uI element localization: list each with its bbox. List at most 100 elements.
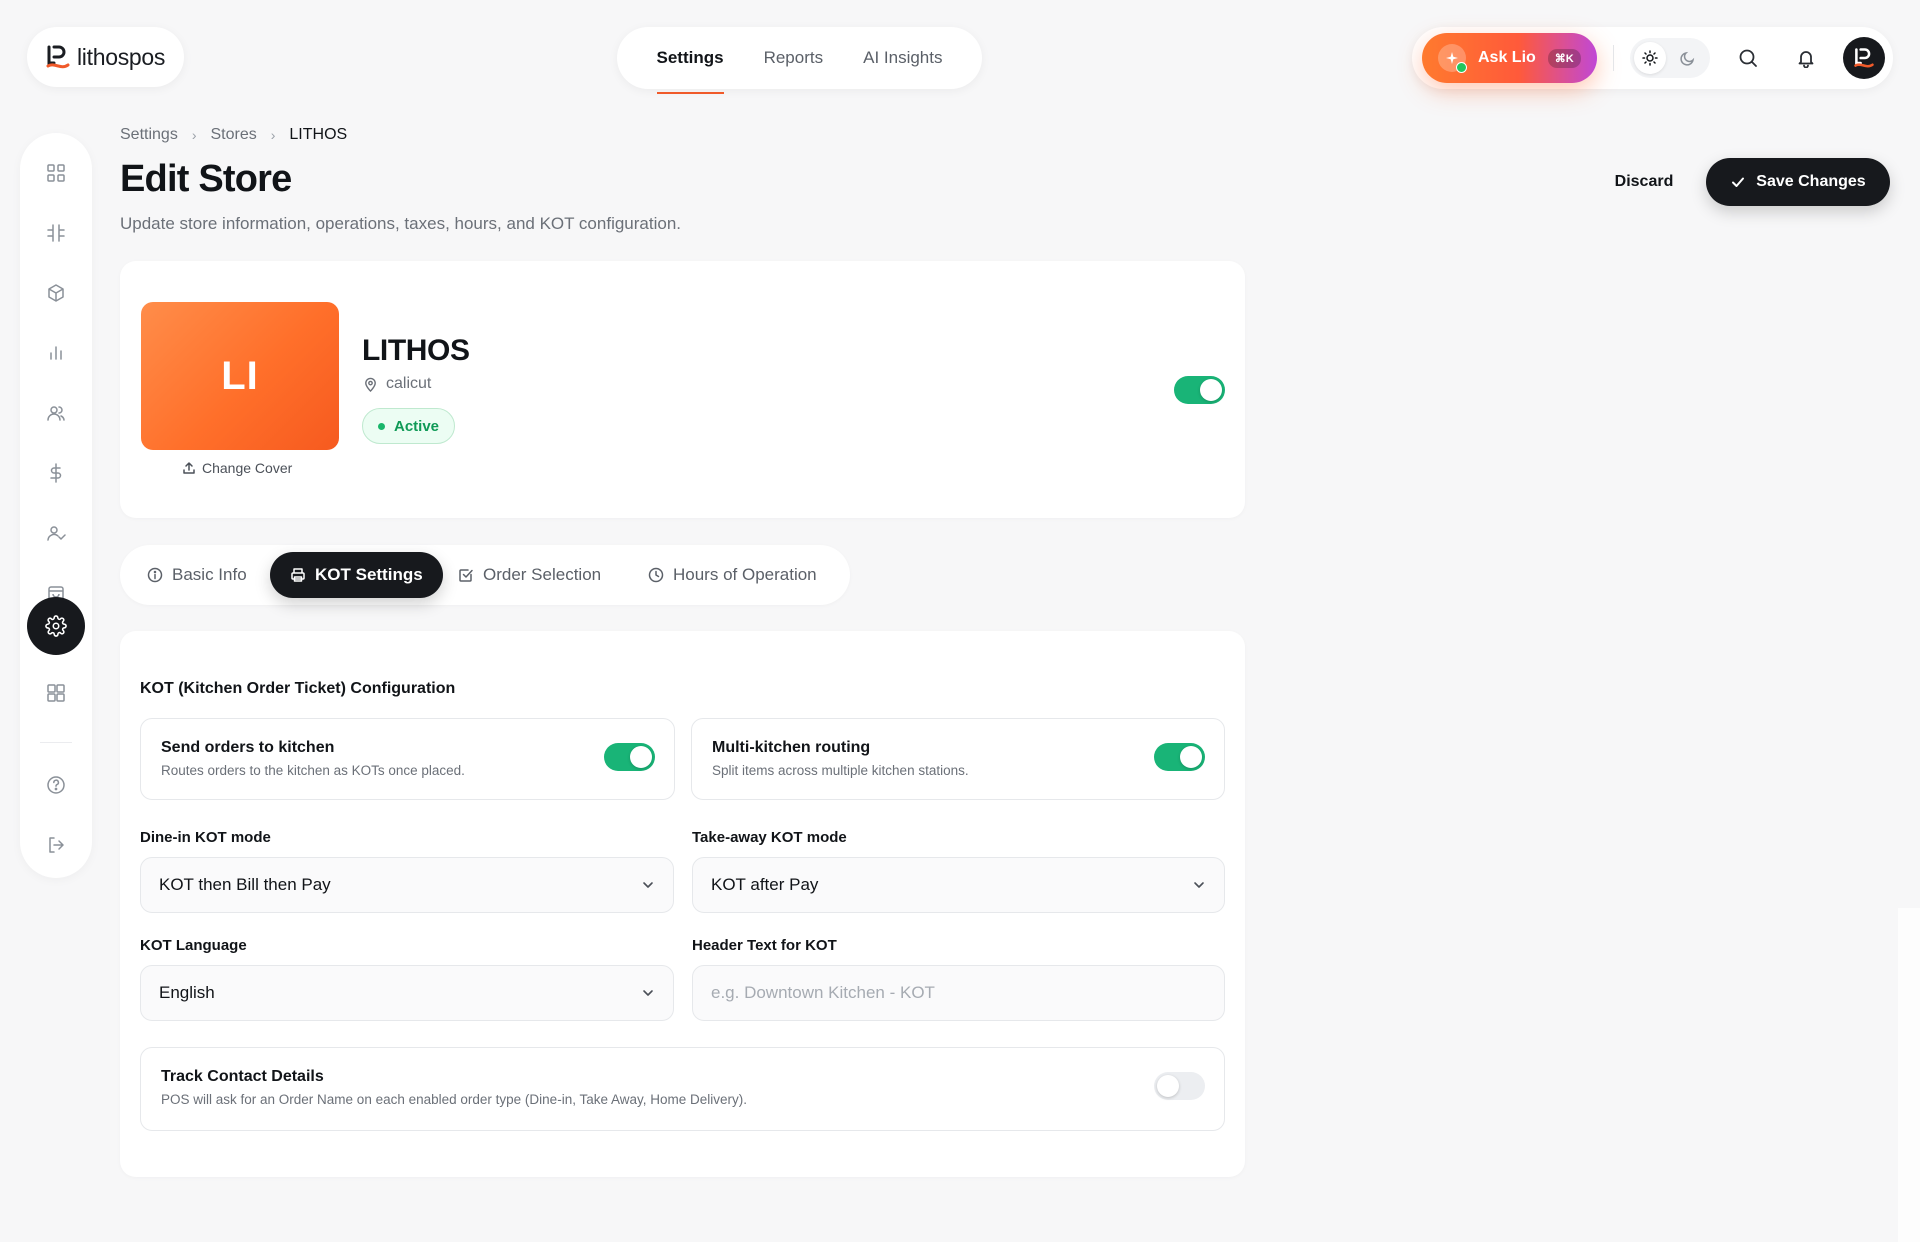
store-cover: LI — [141, 302, 339, 450]
toggle-knob — [1200, 379, 1222, 401]
bell-icon[interactable] — [1792, 44, 1820, 72]
dollar-icon — [46, 463, 66, 483]
apps-icon — [46, 683, 66, 703]
store-location: calicut — [363, 375, 431, 393]
sidebar-item-settings[interactable] — [27, 597, 85, 655]
clock-icon — [648, 567, 664, 583]
search-icon[interactable] — [1734, 44, 1762, 72]
tab-hours-label: Hours of Operation — [673, 565, 817, 584]
page-subtitle: Update store information, operations, ta… — [120, 214, 681, 233]
printer-icon — [290, 567, 306, 583]
page-title: Edit Store — [120, 158, 292, 200]
tab-order-selection-label: Order Selection — [483, 565, 602, 584]
sparkle-icon — [1438, 44, 1467, 73]
track-contact-toggle[interactable] — [1154, 1072, 1205, 1100]
toggle-knob — [630, 746, 652, 768]
ask-lio-button[interactable]: Ask Lio ⌘K — [1422, 33, 1597, 83]
dine-in-value: KOT then Bill then Pay — [159, 875, 331, 894]
nav-settings[interactable]: Settings — [656, 48, 724, 94]
toggle-knob — [1180, 746, 1202, 768]
ask-lio-label: Ask Lio — [1478, 49, 1536, 66]
check-icon — [1730, 174, 1746, 190]
discard-button[interactable]: Discard — [1592, 158, 1696, 206]
track-contact-option: Track Contact Details POS will ask for a… — [140, 1047, 1225, 1131]
sidebar-item-customers[interactable] — [27, 384, 85, 442]
grid-icon — [46, 163, 66, 183]
section-title: KOT (Kitchen Order Ticket) Configuration — [140, 680, 456, 697]
nav-reports[interactable]: Reports — [764, 48, 824, 68]
help-icon — [46, 775, 66, 795]
tab-hours-of-operation[interactable]: Hours of Operation — [628, 552, 837, 598]
logo-mark-icon — [45, 44, 71, 70]
divider — [1613, 45, 1614, 71]
nav-ai-insights[interactable]: AI Insights — [863, 48, 942, 68]
info-icon — [147, 567, 163, 583]
take-away-select[interactable]: KOT after Pay — [692, 857, 1225, 913]
kot-language-value: English — [159, 983, 215, 1002]
header-text-input[interactable] — [692, 965, 1225, 1021]
sidebar-item-analytics[interactable] — [27, 324, 85, 382]
tab-kot-settings[interactable]: KOT Settings — [270, 552, 443, 598]
send-orders-title: Send orders to kitchen — [161, 739, 335, 756]
moon-icon[interactable] — [1672, 42, 1704, 74]
change-cover-button[interactable]: Change Cover — [182, 460, 292, 476]
sidebar-item-dashboard[interactable] — [27, 144, 85, 202]
sidebar-item-pos[interactable] — [27, 204, 85, 262]
breadcrumb-stores[interactable]: Stores — [210, 126, 256, 144]
box-icon — [46, 283, 66, 303]
breadcrumb-settings[interactable]: Settings — [120, 126, 178, 144]
gear-icon — [45, 615, 67, 637]
status-dot — [378, 422, 385, 430]
track-contact-title: Track Contact Details — [161, 1068, 324, 1085]
toggle-knob — [1157, 1075, 1179, 1097]
send-orders-toggle[interactable] — [604, 743, 655, 771]
store-location-text: calicut — [386, 375, 432, 392]
take-away-value: KOT after Pay — [711, 875, 819, 894]
store-active-toggle[interactable] — [1174, 376, 1225, 404]
user-avatar[interactable] — [1843, 37, 1885, 79]
dine-in-select[interactable]: KOT then Bill then Pay — [140, 857, 674, 913]
bar-chart-icon — [46, 343, 66, 363]
sidebar-item-logout[interactable] — [27, 816, 85, 874]
header-text-label: Header Text for KOT — [692, 937, 837, 954]
sidebar — [20, 133, 92, 878]
users-icon — [46, 403, 66, 423]
chevron-down-icon — [641, 986, 655, 1000]
tab-kot-settings-label: KOT Settings — [315, 565, 423, 584]
top-nav: Settings Reports AI Insights — [617, 27, 982, 94]
status-text: Active — [394, 417, 440, 435]
tab-order-selection[interactable]: Order Selection — [438, 552, 621, 598]
tab-basic-info[interactable]: Basic Info — [127, 552, 267, 598]
change-cover-label: Change Cover — [202, 460, 293, 476]
sidebar-item-staff[interactable] — [27, 504, 85, 562]
chevron-down-icon — [641, 878, 655, 892]
theme-toggle[interactable] — [1630, 38, 1710, 78]
multi-kitchen-desc: Split items across multiple kitchen stat… — [712, 763, 969, 778]
save-changes-button[interactable]: Save Changes — [1706, 158, 1890, 206]
sidebar-item-finance[interactable] — [27, 444, 85, 502]
sidebar-item-help[interactable] — [27, 756, 85, 814]
map-pin-icon — [363, 377, 378, 392]
sidebar-item-apps[interactable] — [27, 664, 85, 722]
chevron-down-icon — [1192, 878, 1206, 892]
tab-basic-info-label: Basic Info — [172, 565, 247, 584]
ask-shortcut: ⌘K — [1547, 48, 1581, 68]
multi-kitchen-toggle[interactable] — [1154, 743, 1205, 771]
store-name: LITHOS — [362, 334, 470, 367]
sun-icon[interactable] — [1634, 42, 1666, 74]
multi-kitchen-title: Multi-kitchen routing — [712, 739, 871, 756]
dine-in-label: Dine-in KOT mode — [140, 829, 271, 846]
chevron-right-icon: › — [270, 127, 276, 143]
save-changes-label: Save Changes — [1756, 173, 1866, 190]
checkbox-icon — [458, 567, 474, 583]
status-badge: Active — [362, 408, 456, 444]
brand-logo[interactable]: lithospos — [27, 27, 184, 87]
upload-icon — [182, 461, 196, 475]
take-away-label: Take-away KOT mode — [692, 829, 847, 846]
kot-language-select[interactable]: English — [140, 965, 674, 1021]
send-orders-desc: Routes orders to the kitchen as KOTs onc… — [161, 763, 465, 778]
chevron-right-icon: › — [191, 127, 197, 143]
sidebar-item-inventory[interactable] — [27, 264, 85, 322]
crosshair-icon — [46, 223, 66, 243]
multi-kitchen-option: Multi-kitchen routing Split items across… — [691, 718, 1225, 800]
